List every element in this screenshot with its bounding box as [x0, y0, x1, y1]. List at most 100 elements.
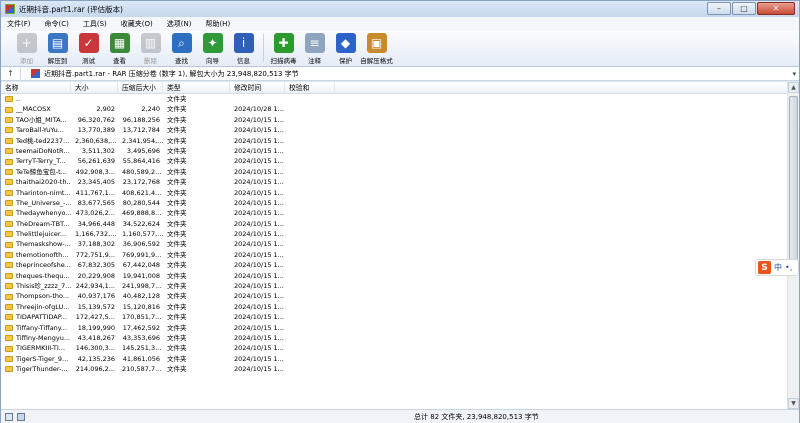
menu-help[interactable]: 帮助(H)	[205, 19, 230, 29]
table-row[interactable]: theprinceofshe... 67,832,305 67,442,048 文件夹…	[1, 260, 787, 270]
row-packed: 36,906,592	[122, 240, 160, 249]
row-packed: 2,341,954,...	[122, 136, 163, 145]
archive-path: 近期抖音.part1.rar - RAR 压缩分卷 (数字 1), 解包大小为 …	[44, 69, 299, 78]
column-header-crc[interactable]: 校验和	[285, 82, 335, 94]
table-row[interactable]: Thisis珍_zzzz_7... 242,934,1... 241,998,7..…	[1, 281, 787, 291]
table-row[interactable]: TeTe鲸鱼宝包-t... 492,908,3... 480,589,2... 文件夹…	[1, 167, 787, 177]
table-row[interactable]: TigerThunder-... 214,096,2... 210,587,7...…	[1, 364, 787, 374]
table-row[interactable]: .. 文件夹	[1, 94, 787, 104]
row-type: 文件夹	[167, 188, 187, 197]
table-row[interactable]: Threejin-ofgLU... 15,139,572 15,120,816 文件夹…	[1, 302, 787, 312]
path-dropdown-button[interactable]: ▾	[792, 70, 796, 78]
row-name: The_Universe_-...	[16, 198, 71, 207]
row-crc	[285, 136, 335, 146]
maximize-button[interactable]: □	[732, 2, 756, 15]
toolbar-button-add[interactable]: + 添加	[11, 31, 42, 65]
row-crc	[285, 250, 335, 260]
toolbar-button-magnifier[interactable]: ⌕ 查找	[166, 31, 197, 65]
up-folder-button[interactable]: ↑	[1, 66, 21, 81]
menu-favorites[interactable]: 收藏夹(O)	[121, 19, 153, 29]
row-size: 772,751,9...	[75, 250, 115, 259]
row-type: 文件夹	[167, 136, 187, 145]
menu-options[interactable]: 选项(N)	[167, 19, 192, 29]
table-row[interactable]: theques-thequ... 20,229,908 19,941,008 文件夹 2…	[1, 271, 787, 281]
table-row[interactable]: Ted桃-ted2237... 2,360,638,... 2,341,954,..…	[1, 136, 787, 146]
menu-tools[interactable]: 工具(S)	[83, 19, 107, 29]
table-row[interactable]: TerryT-Terry_T... 56,261,639 55,864,416 文件夹…	[1, 156, 787, 166]
toolbar-button-info[interactable]: i 信息	[228, 31, 259, 65]
window-controls: – □ ✕	[707, 2, 795, 15]
row-type: 文件夹	[167, 157, 187, 166]
row-size: 473,026,2...	[75, 209, 115, 218]
vertical-scrollbar[interactable]: ▲ ▼	[787, 82, 799, 409]
row-name: TeTe鲸鱼宝包-t...	[16, 167, 67, 176]
column-header-modified[interactable]: 修改时间	[230, 82, 285, 94]
row-type: 文件夹	[167, 198, 187, 207]
row-type: 文件夹	[167, 302, 187, 311]
winrar-window: 近期抖音.part1.rar (评估版本) – □ ✕ 文件(F) 命令(C) …	[0, 0, 800, 423]
column-header-size[interactable]: 大小	[71, 82, 118, 94]
table-row[interactable]: Tharinton-nimt... 411,767,1... 408,621,4..…	[1, 188, 787, 198]
folder-icon	[5, 96, 13, 103]
row-packed: 241,998,7...	[122, 282, 162, 291]
table-row[interactable]: Thelittlejuicer... 1,166,732,... 1,160,577…	[1, 229, 787, 239]
folder-icon	[5, 189, 13, 196]
table-row[interactable]: Tiffiny-Mengyu... 43,418,267 43,353,696 文件夹…	[1, 333, 787, 343]
table-row[interactable]: Tiffany-Tiffany... 18,199,990 17,462,592 文件…	[1, 323, 787, 333]
info-icon: i	[233, 33, 254, 53]
row-type: 文件夹	[167, 95, 187, 103]
scroll-up-button[interactable]: ▲	[788, 82, 799, 93]
row-crc	[285, 364, 335, 374]
menu-commands[interactable]: 命令(C)	[45, 19, 69, 29]
row-size: 411,767,1...	[75, 188, 115, 197]
ime-language-indicator[interactable]: 中	[774, 262, 782, 273]
toolbar-button-comment[interactable]: ≡ 注释	[299, 31, 330, 65]
column-header-type[interactable]: 类型	[163, 82, 230, 94]
row-type: 文件夹	[167, 105, 187, 114]
column-header-name[interactable]: 名称	[1, 82, 71, 94]
table-row[interactable]: thaithai2020-th... 23,345,405 23,172,768 文件…	[1, 177, 787, 187]
table-row[interactable]: The_Universe_-... 83,677,565 80,280,544 文件夹…	[1, 198, 787, 208]
row-type: 文件夹	[167, 178, 187, 187]
table-row[interactable]: themotionofth... 772,751,9... 769,991,9...…	[1, 250, 787, 260]
table-row[interactable]: TIGERMKIII-TI... 146,300,3... 145,251,3...…	[1, 343, 787, 353]
toolbar-button-wand[interactable]: ✦ 向导	[197, 31, 228, 65]
close-button[interactable]: ✕	[757, 2, 795, 15]
row-name-cell: thaithai2020-th...	[1, 177, 71, 187]
row-crc	[285, 260, 335, 270]
table-row[interactable]: TheDream-TBT... 34,966,448 34,522,624 文件夹 20…	[1, 219, 787, 229]
toolbar-button-virus-scan[interactable]: ✚ 扫描病毒	[268, 31, 299, 65]
table-row[interactable]: Thedaywhenyo... 473,026,2... 469,888,8... 文…	[1, 208, 787, 218]
row-modified: 2024/10/15 1...	[234, 282, 284, 291]
minimize-icon: –	[717, 4, 721, 13]
table-row[interactable]: TIDAPATTIDAP... 172,427,5... 170,851,7... 文…	[1, 312, 787, 322]
toolbar-button-sfx[interactable]: ▣ 自解压格式	[360, 31, 393, 65]
add-icon: +	[16, 33, 37, 53]
table-row[interactable]: Thompson-tho... 40,937,176 40,482,128 文件夹 20…	[1, 291, 787, 301]
table-row[interactable]: __MACOSX 2,902 2,240 文件夹 2024/10/28 1...	[1, 104, 787, 114]
minimize-button[interactable]: –	[707, 2, 731, 15]
row-modified: 2024/10/15 1...	[234, 250, 284, 259]
ime-punctuation-indicator[interactable]: •,	[785, 263, 792, 272]
row-name-cell: theprinceofshe...	[1, 260, 71, 270]
table-row[interactable]: teemaiDoNotR... 3,511,302 3,495,696 文件夹 2024…	[1, 146, 787, 156]
column-header-packed[interactable]: 压缩后大小	[118, 82, 163, 94]
table-row[interactable]: TaroBall-YuYu... 13,770,389 13,712,784 文件夹 2…	[1, 125, 787, 135]
toolbar-button-shield[interactable]: ◆ 保护	[330, 31, 361, 65]
table-row[interactable]: Themaskshow-... 37,188,302 36,906,592 文件夹 20…	[1, 239, 787, 249]
row-type: 文件夹	[167, 126, 187, 135]
toolbar-button-view-book[interactable]: ▦ 查看	[104, 31, 135, 65]
toolbar-button-test[interactable]: ✓ 测试	[73, 31, 104, 65]
chevron-down-icon: ▾	[792, 70, 796, 78]
toolbar-button-trash[interactable]: ▥ 删除	[135, 31, 166, 65]
title-bar: 近期抖音.part1.rar (评估版本) – □ ✕	[1, 1, 799, 17]
table-row[interactable]: TigerS-Tiger_9... 42,135,236 41,861,056 文件夹…	[1, 354, 787, 364]
table-row[interactable]: TAO小姐_MITA... 96,320,762 96,188,256 文件夹 2024…	[1, 115, 787, 125]
row-name-cell: ..	[1, 94, 71, 104]
toolbar-button-label: 向导	[206, 57, 219, 65]
menu-file[interactable]: 文件(F)	[7, 19, 31, 29]
scroll-down-button[interactable]: ▼	[788, 398, 799, 409]
ime-toolbar[interactable]: S 中 •,	[755, 259, 799, 276]
scroll-thumb[interactable]	[789, 96, 798, 264]
toolbar-button-extract-folder[interactable]: ▤ 解压到	[42, 31, 73, 65]
